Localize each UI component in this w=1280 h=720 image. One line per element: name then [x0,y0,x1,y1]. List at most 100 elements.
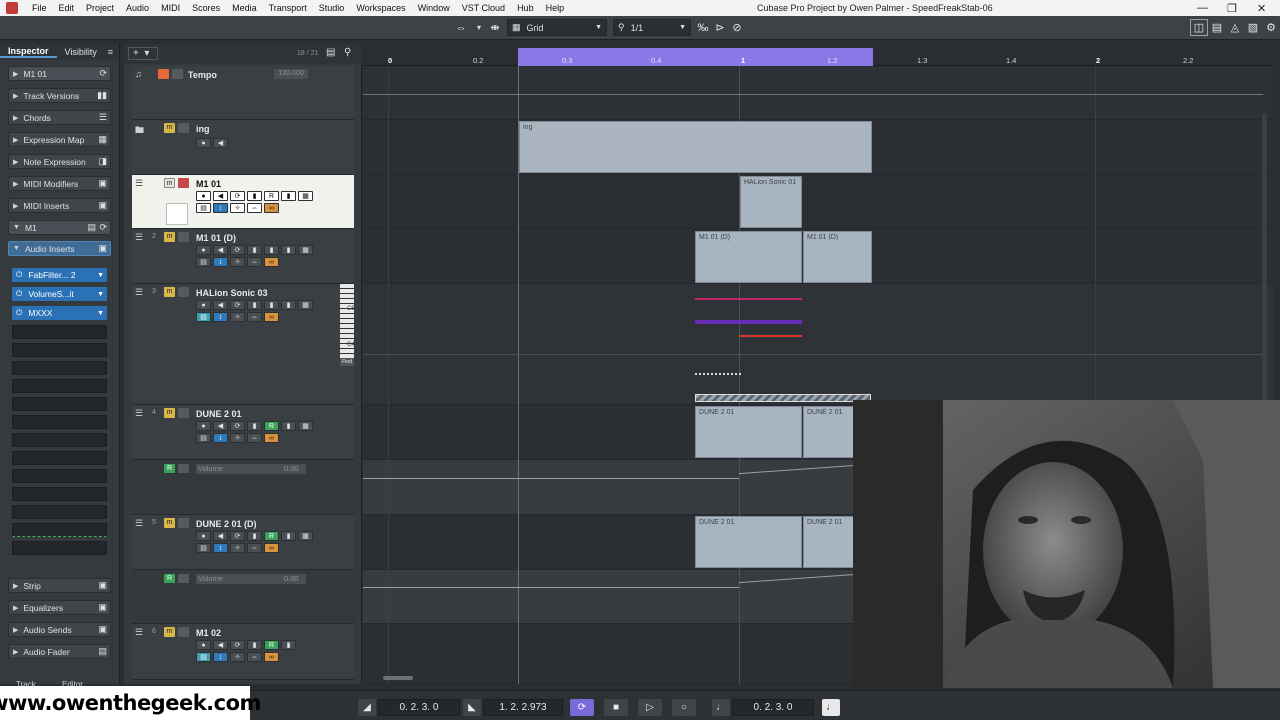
tempo-value[interactable]: 120.000 [274,69,308,79]
monitor-button[interactable]: ◀ [213,640,228,650]
layout-rack-icon[interactable]: ▧ [1244,19,1262,36]
insert-slot-empty[interactable] [12,415,107,429]
chord-follow-button[interactable]: ∞ [264,652,279,662]
edit-icon[interactable]: ⟳ [99,222,107,233]
lane-halion[interactable] [363,284,1273,405]
track-tempo[interactable]: ♫ Tempo 120.000 [132,66,354,120]
keyboard-button[interactable]: ▦ [298,191,313,201]
lock-button[interactable]: ✧ [230,543,245,553]
insert-slot-1[interactable]: ⏻ FabFilter... 2 ▼ [12,268,107,282]
find-button[interactable]: Find [340,358,354,366]
automation-track-volume-2[interactable]: R Volume 0.00 [132,570,354,624]
edit-button[interactable]: ⟳ [230,191,245,201]
midi-part-m1-d-a[interactable]: M1 01 (D) [695,231,802,283]
section-midi-modifiers[interactable]: ▶ MIDI Modifiers ▣ [8,176,111,191]
chord-follow-button[interactable]: ∞ [264,543,279,553]
lanes-button[interactable]: ▤ [196,203,211,213]
section-track-versions[interactable]: ▶ Track Versions ▮▮ [8,88,111,103]
timebase-button[interactable]: ↕ [213,257,228,267]
folder-part[interactable]: ing [519,121,872,173]
midi-note[interactable] [739,335,802,337]
settings-gear-icon[interactable]: ⚙ [1262,19,1280,36]
section-expression-map[interactable]: ▶ Expression Map ▦ [8,132,111,147]
chord-follow-button[interactable]: ∞ [264,257,279,267]
auto-quantize-icon[interactable]: ⊘ [728,19,746,36]
lock-button[interactable]: ✧ [230,652,245,662]
inserts-button[interactable]: ⇔ [247,203,262,213]
menu-file[interactable]: File [26,3,53,13]
controller-lane-data[interactable] [695,373,741,375]
midi-part-halion-sonic[interactable]: HALion Sonic 01 [740,176,802,228]
track-dune-2-01[interactable]: ☰ 4 m DUNE 2 01 ● ◀ ⟳ ▮ R ▮ ▦ ▤ ↕ ✧ ⇔ ∞ [132,405,354,460]
midi-part-dune-d-b[interactable]: DUNE 2 01 [803,516,855,568]
insert-slot-2[interactable]: ⏻ VolumeS...it ▼ [12,287,107,301]
lanes-button[interactable]: ▤ [196,312,211,322]
write-automation-button[interactable]: ▮ [281,640,296,650]
layout-right-icon[interactable]: ◬ [1226,19,1244,36]
keyboard-button[interactable]: ▦ [298,421,313,431]
mute-icon[interactable]: m [164,232,175,242]
mute-icon[interactable]: m [164,408,175,418]
quantize-select[interactable]: ⚲ 1/1 ▼ [613,19,691,36]
lock-button[interactable]: ✧ [230,312,245,322]
section-midi-inserts[interactable]: ▶ MIDI Inserts ▣ [8,198,111,213]
play-button[interactable]: ▷ [638,699,662,716]
automation-track-volume-1[interactable]: R Volume 0.00 [132,460,354,515]
tempo-curve[interactable] [363,94,1263,95]
mute-icon[interactable]: m [164,178,175,188]
lock-button[interactable]: ✧ [230,203,245,213]
minimize-icon[interactable]: — [1197,2,1208,14]
solo-icon[interactable] [178,627,189,637]
monitor-button[interactable]: ◀ [213,531,228,541]
insert-slot-empty[interactable] [12,541,107,555]
menu-vst-cloud[interactable]: VST Cloud [456,3,511,13]
inserts-button[interactable]: ⇔ [247,312,262,322]
channel-button[interactable]: ▮ [247,191,262,201]
read-automation-button[interactable]: ▮ [264,300,279,310]
lane-tempo[interactable] [363,66,1273,120]
left-locator-icon[interactable]: ◢ [358,699,376,716]
keyboard-button[interactable]: ▦ [298,245,313,255]
inserts-button[interactable]: ⇔ [247,543,262,553]
tab-visibility[interactable]: Visibility [57,47,105,57]
track-folder-ing[interactable]: 🖿 m ing ● ◀ [132,120,354,175]
solo-icon[interactable] [178,123,189,133]
write-automation-button[interactable]: ▮ [281,531,296,541]
read-automation-button[interactable]: R [264,191,279,201]
insert-slot-empty[interactable] [12,343,107,357]
timebase-button[interactable]: ↕ [213,203,228,213]
edit-button[interactable]: ⟳ [230,531,245,541]
midi-part-dune-d-a[interactable]: DUNE 2 01 [695,516,802,568]
iq-mode-icon[interactable]: ‰ [694,19,712,36]
menu-edit[interactable]: Edit [53,3,81,13]
insert-slot-empty[interactable] [12,379,107,393]
mute-icon[interactable]: m [164,627,175,637]
bypass-icon[interactable]: ▣ [98,178,107,189]
section-audio-inserts[interactable]: ▼ Audio Inserts ▣ [8,241,111,256]
lane-m1-01[interactable] [363,175,1273,229]
read-automation-button[interactable]: R [264,531,279,541]
menu-hub[interactable]: Hub [511,3,540,13]
mute-icon[interactable]: m [164,287,175,297]
monitor-button[interactable]: ◀ [213,138,228,148]
record-enable-button[interactable]: ● [196,300,211,310]
chevron-down-icon[interactable]: ▼ [97,272,104,279]
section-note-expression[interactable]: ▶ Note Expression ◨ [8,154,111,169]
solo-icon[interactable] [178,518,189,528]
menu-project[interactable]: Project [80,3,120,13]
read-button[interactable]: R [164,574,175,583]
layout-left-icon[interactable]: ◫ [1190,19,1208,36]
channel-button[interactable]: ▮ [247,245,262,255]
track-visibility-icon[interactable]: ▤ [326,47,335,58]
insert-slot-empty[interactable] [12,433,107,447]
edit-button[interactable]: ⟳ [230,245,245,255]
bypass-icon[interactable]: ▣ [98,243,107,254]
write-button[interactable] [178,464,189,473]
menu-media[interactable]: Media [226,3,263,13]
read-automation-button[interactable]: ▮ [264,245,279,255]
menu-studio[interactable]: Studio [313,3,351,13]
track-halion-sonic-03[interactable]: ☰ 3 m HALion Sonic 03 ● ◀ ⟳ ▮ ▮ ▮ ▦ ▤ ↕ ✧ ⇔ ∞ C5 C… [132,284,355,405]
tempo-lock-icon[interactable] [172,69,183,79]
metronome-icon[interactable]: ♩ [712,699,730,716]
solo-icon[interactable] [178,178,189,188]
